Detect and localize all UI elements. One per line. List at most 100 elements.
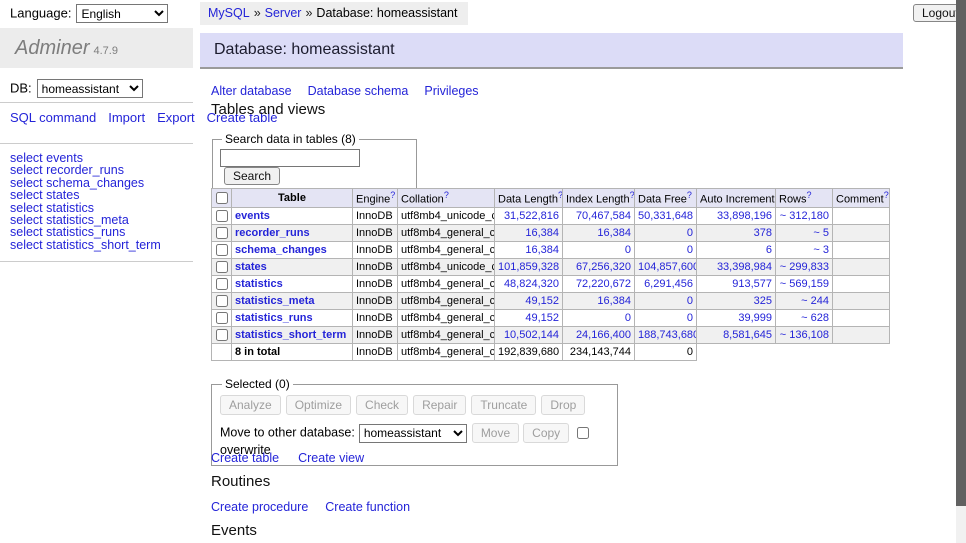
data-free-link[interactable]: 188,743,680 [638,329,697,341]
table-row: statesInnoDButf8mb4_unicode_ci101,859,32… [212,258,890,275]
data-length-link[interactable]: 49,152 [525,312,559,324]
rows-estimate-link[interactable]: ~ 244 [801,295,829,307]
rows-estimate-link[interactable]: ~ 312,180 [780,210,829,222]
scrollbar-thumb[interactable] [956,0,966,506]
index-length-link[interactable]: 70,467,584 [576,210,631,222]
index-length-link[interactable]: 0 [625,312,631,324]
breadcrumb-link-mysql[interactable]: MySQL [208,6,250,20]
data-free-link[interactable]: 6,291,456 [644,278,693,290]
database-schema-link[interactable]: Database schema [308,84,409,98]
privileges-link[interactable]: Privileges [424,84,478,98]
row-checkbox[interactable] [216,329,228,341]
table-name-link[interactable]: statistics_meta [235,295,315,307]
optimize-button[interactable]: Optimize [286,395,351,415]
data-length-link[interactable]: 16,384 [525,244,559,256]
table-name-link[interactable]: statistics_short_term [235,329,346,341]
data-free-link[interactable]: 0 [687,227,693,239]
select-all-checkbox[interactable] [216,192,228,204]
row-checkbox[interactable] [216,278,228,290]
table-name-link[interactable]: events [235,210,270,222]
copy-button[interactable]: Copy [523,423,569,443]
auto-increment-link[interactable]: 6 [766,244,772,256]
table-row: statistics_metaInnoDButf8mb4_general_ci4… [212,292,890,309]
language-select[interactable]: English [76,4,168,23]
sidebar-item-select-statistics-short-term[interactable]: select statistics_short_term [10,239,161,251]
table-name-link[interactable]: states [235,261,267,273]
search-button[interactable]: Search [224,167,280,185]
auto-increment-link[interactable]: 325 [754,295,772,307]
overwrite-checkbox[interactable] [577,427,589,439]
db-select[interactable]: homeassistant [37,79,143,98]
sidebar-link-sql-command[interactable]: SQL command [10,110,96,125]
search-input[interactable] [220,149,360,167]
sidebar-item-select-statistics-runs[interactable]: select statistics_runs [10,226,161,238]
create-procedure-link[interactable]: Create procedure [211,500,308,514]
row-checkbox[interactable] [216,312,228,324]
table-name-link[interactable]: recorder_runs [235,227,310,239]
help-icon[interactable]: ? [807,190,812,200]
data-free-link[interactable]: 0 [687,312,693,324]
help-icon[interactable]: ? [687,190,692,200]
index-length-link[interactable]: 72,220,672 [576,278,631,290]
data-length-link[interactable]: 101,859,328 [498,261,559,273]
check-button[interactable]: Check [356,395,408,415]
auto-increment-link[interactable]: 33,398,984 [717,261,772,273]
create-view-link[interactable]: Create view [298,451,364,465]
help-icon[interactable]: ? [630,190,635,200]
row-checkbox[interactable] [216,210,228,222]
page-title: Database: homeassistant [214,41,395,58]
drop-button[interactable]: Drop [541,395,585,415]
table-name-link[interactable]: schema_changes [235,244,327,256]
sidebar-item-select-states[interactable]: select states [10,189,161,201]
create-table-link[interactable]: Create table [211,451,279,465]
auto-increment-link[interactable]: 39,999 [738,312,772,324]
sidebar-item-select-recorder-runs[interactable]: select recorder_runs [10,164,161,176]
data-length-link[interactable]: 48,824,320 [504,278,559,290]
rows-estimate-link[interactable]: ~ 136,108 [780,329,829,341]
data-free-link[interactable]: 0 [687,244,693,256]
help-icon[interactable]: ? [884,190,889,200]
alter-database-link[interactable]: Alter database [211,84,292,98]
row-checkbox[interactable] [216,261,228,273]
rows-estimate-link[interactable]: ~ 299,833 [780,261,829,273]
index-length-link[interactable]: 24,166,400 [576,329,631,341]
sidebar-link-import[interactable]: Import [108,110,145,125]
table-name-link[interactable]: statistics_runs [235,312,313,324]
sidebar-link-export[interactable]: Export [157,110,195,125]
truncate-button[interactable]: Truncate [471,395,536,415]
auto-increment-link[interactable]: 378 [754,227,772,239]
data-free-link[interactable]: 50,331,648 [638,210,693,222]
breadcrumb-link-server[interactable]: Server [265,6,302,20]
auto-increment-link[interactable]: 33,898,196 [717,210,772,222]
create-function-link[interactable]: Create function [325,500,410,514]
index-length-link[interactable]: 67,256,320 [576,261,631,273]
row-checkbox[interactable] [216,244,228,256]
rows-estimate-link[interactable]: ~ 5 [813,227,829,239]
table-name-link[interactable]: statistics [235,278,283,290]
data-length-link[interactable]: 16,384 [525,227,559,239]
help-icon[interactable]: ? [444,190,449,200]
rows-estimate-link[interactable]: ~ 3 [813,244,829,256]
select-all-cell [212,189,232,208]
rows-estimate-link[interactable]: ~ 569,159 [780,278,829,290]
data-length-link[interactable]: 49,152 [525,295,559,307]
data-free-link[interactable]: 104,857,600 [638,261,697,273]
vertical-scrollbar[interactable] [956,0,966,543]
index-length-link[interactable]: 16,384 [597,295,631,307]
move-db-select[interactable]: homeassistant [359,424,467,443]
data-length-link[interactable]: 31,522,816 [504,210,559,222]
data-length-link[interactable]: 10,502,144 [504,329,559,341]
help-icon[interactable]: ? [558,190,563,200]
index-length-link[interactable]: 0 [625,244,631,256]
auto-increment-link[interactable]: 913,577 [732,278,772,290]
row-checkbox[interactable] [216,295,228,307]
row-checkbox[interactable] [216,227,228,239]
move-button[interactable]: Move [472,423,519,443]
auto-increment-link[interactable]: 8,581,645 [723,329,772,341]
index-length-link[interactable]: 16,384 [597,227,631,239]
analyze-button[interactable]: Analyze [220,395,281,415]
help-icon[interactable]: ? [390,190,395,200]
rows-estimate-link[interactable]: ~ 628 [801,312,829,324]
repair-button[interactable]: Repair [413,395,466,415]
data-free-link[interactable]: 0 [687,295,693,307]
